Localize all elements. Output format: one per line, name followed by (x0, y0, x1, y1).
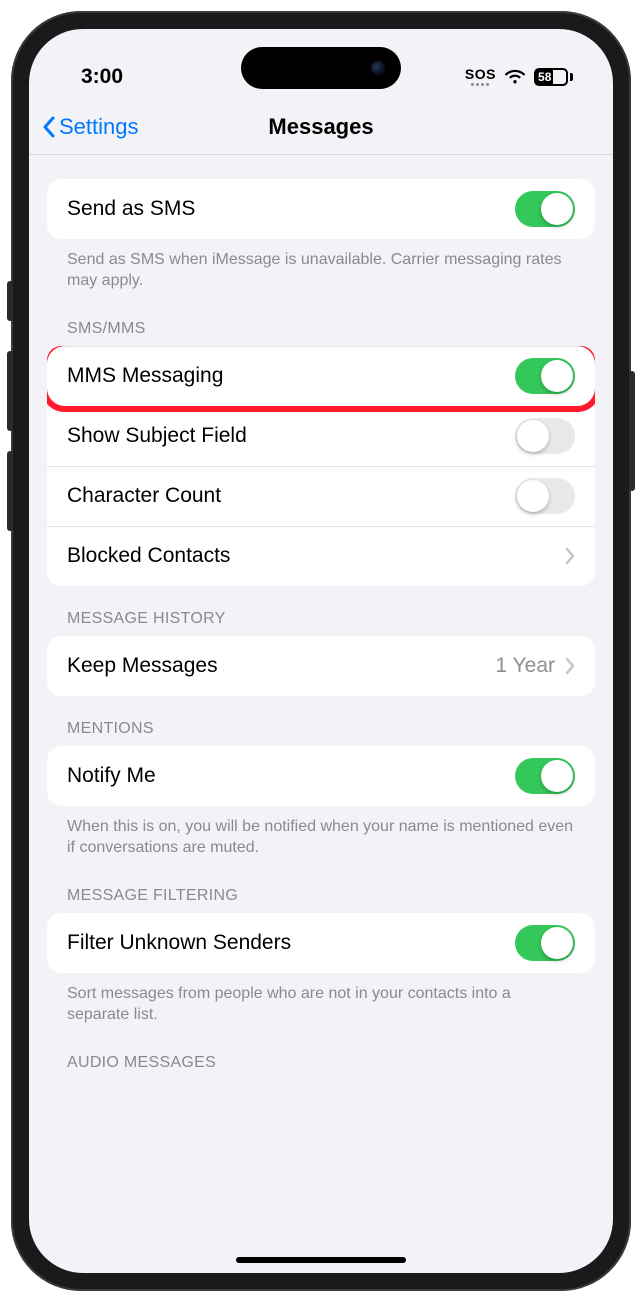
row-label: Show Subject Field (67, 424, 247, 448)
battery-icon: 58 (534, 68, 573, 86)
footer-send-sms: Send as SMS when iMessage is unavailable… (47, 239, 595, 296)
battery-level: 58 (536, 70, 553, 84)
footer-mentions: When this is on, you will be notified wh… (47, 806, 595, 863)
row-blocked-contacts[interactable]: Blocked Contacts (47, 526, 595, 586)
row-label: MMS Messaging (67, 364, 223, 388)
navigation-bar: Settings Messages (29, 101, 613, 155)
header-message-history: MESSAGE HISTORY (47, 586, 595, 636)
page-title: Messages (268, 114, 373, 140)
toggle-mms[interactable] (515, 358, 575, 394)
header-filtering: MESSAGE FILTERING (47, 863, 595, 913)
screen: 3:00 SOS 58 (29, 29, 613, 1273)
row-keep-messages[interactable]: Keep Messages 1 Year (47, 636, 595, 696)
header-sms-mms: SMS/MMS (47, 296, 595, 346)
toggle-send-sms[interactable] (515, 191, 575, 227)
toggle-notify[interactable] (515, 758, 575, 794)
status-time: 3:00 (81, 65, 123, 89)
row-value: 1 Year (495, 654, 555, 678)
group-mentions: Notify Me (47, 746, 595, 806)
row-character-count[interactable]: Character Count (47, 466, 595, 526)
dynamic-island (241, 47, 401, 89)
toggle-charcount[interactable] (515, 478, 575, 514)
row-label: Character Count (67, 484, 221, 508)
back-button[interactable]: Settings (41, 114, 139, 140)
back-label: Settings (59, 114, 139, 140)
row-label: Filter Unknown Senders (67, 931, 291, 955)
row-label: Notify Me (67, 764, 156, 788)
phone-frame: 3:00 SOS 58 (11, 11, 631, 1291)
toggle-subject[interactable] (515, 418, 575, 454)
row-mms-messaging[interactable]: MMS Messaging (47, 346, 595, 406)
toggle-filter[interactable] (515, 925, 575, 961)
group-send-sms: Send as SMS (47, 179, 595, 239)
wifi-icon (504, 69, 526, 85)
power-button (629, 371, 635, 491)
row-show-subject[interactable]: Show Subject Field (47, 406, 595, 466)
chevron-right-icon (565, 547, 575, 565)
home-indicator[interactable] (236, 1257, 406, 1263)
footer-filtering: Sort messages from people who are not in… (47, 973, 595, 1030)
group-history: Keep Messages 1 Year (47, 636, 595, 696)
volume-up-button (7, 351, 13, 431)
front-camera (371, 61, 385, 75)
group-sms-mms: MMS Messaging Show Subject Field Charact… (47, 346, 595, 586)
settings-content[interactable]: Send as SMS Send as SMS when iMessage is… (29, 155, 613, 1073)
header-audio: AUDIO MESSAGES (47, 1030, 595, 1072)
row-send-sms[interactable]: Send as SMS (47, 179, 595, 239)
group-filtering: Filter Unknown Senders (47, 913, 595, 973)
volume-down-button (7, 451, 13, 531)
chevron-left-icon (41, 115, 57, 139)
row-label: Keep Messages (67, 654, 218, 678)
sos-indicator: SOS (465, 67, 496, 86)
side-button (7, 281, 13, 321)
row-label: Send as SMS (67, 197, 195, 221)
header-mentions: MENTIONS (47, 696, 595, 746)
row-notify-me[interactable]: Notify Me (47, 746, 595, 806)
chevron-right-icon (565, 657, 575, 675)
row-filter-unknown[interactable]: Filter Unknown Senders (47, 913, 595, 973)
row-label: Blocked Contacts (67, 544, 230, 568)
